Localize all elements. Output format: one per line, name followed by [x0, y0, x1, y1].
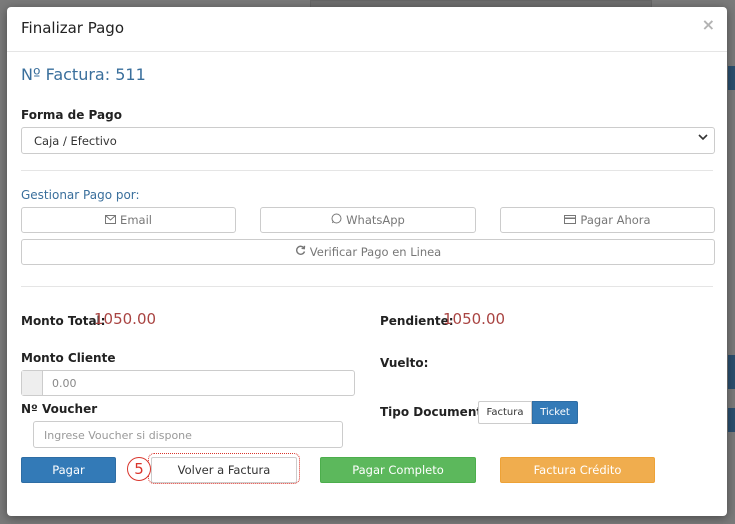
payment-method-select[interactable]: Caja / Efectivo	[21, 127, 715, 154]
pending-value: 1050.00	[443, 310, 506, 328]
email-button[interactable]: Email	[21, 207, 236, 233]
voucher-placeholder: Ingrese Voucher si dispone	[44, 429, 192, 442]
chevron-down-icon	[698, 132, 708, 145]
client-amount-placeholder: 0.00	[52, 377, 77, 390]
payment-modal: Finalizar Pago × Nº Factura: 511 Forma d…	[7, 7, 727, 516]
modal-title: Finalizar Pago	[21, 19, 125, 37]
email-label: Email	[120, 213, 152, 227]
credit-card-icon	[564, 214, 577, 227]
verify-payment-label: Verificar Pago en Linea	[309, 245, 442, 259]
invoice-number: Nº Factura: 511	[21, 65, 146, 84]
credit-invoice-button[interactable]: Factura Crédito	[500, 457, 655, 483]
total-amount-label: Monto Total:	[21, 314, 106, 328]
pay-button[interactable]: Pagar	[21, 457, 116, 483]
refresh-icon	[295, 245, 306, 259]
client-amount-field[interactable]: 0.00	[21, 370, 355, 396]
input-addon	[22, 371, 43, 395]
background-bar	[728, 408, 735, 432]
pay-now-label: Pagar Ahora	[580, 213, 651, 227]
whatsapp-label: WhatsApp	[346, 213, 405, 227]
total-amount-value: 1050.00	[94, 310, 157, 328]
doc-type-label: Tipo Documento	[380, 405, 491, 419]
payment-method-label: Forma de Pago	[21, 108, 122, 122]
close-button[interactable]: ×	[702, 15, 715, 34]
doc-type-toggle: Factura Ticket	[478, 401, 578, 424]
doc-type-ticket[interactable]: Ticket	[532, 401, 578, 424]
change-label: Vuelto:	[380, 356, 429, 370]
voucher-input[interactable]: Ingrese Voucher si dispone	[33, 421, 343, 448]
whatsapp-icon	[331, 213, 342, 227]
step-number-badge: 5	[127, 457, 151, 481]
annotation-highlight	[148, 453, 300, 484]
modal-header: Finalizar Pago ×	[7, 7, 727, 52]
divider	[21, 170, 713, 171]
pay-full-button[interactable]: Pagar Completo	[320, 457, 476, 483]
doc-type-factura[interactable]: Factura	[478, 401, 532, 424]
envelope-icon	[105, 214, 117, 227]
payment-method-value: Caja / Efectivo	[34, 134, 117, 148]
verify-payment-button[interactable]: Verificar Pago en Linea	[21, 239, 715, 265]
client-amount-label: Monto Cliente	[21, 351, 116, 365]
pay-now-button[interactable]: Pagar Ahora	[500, 207, 715, 233]
background-bar	[728, 355, 735, 389]
manage-payment-label: Gestionar Pago por:	[21, 188, 140, 202]
voucher-label: Nº Voucher	[21, 402, 98, 416]
whatsapp-button[interactable]: WhatsApp	[260, 207, 476, 233]
background-bar	[728, 66, 735, 90]
divider	[21, 286, 713, 287]
